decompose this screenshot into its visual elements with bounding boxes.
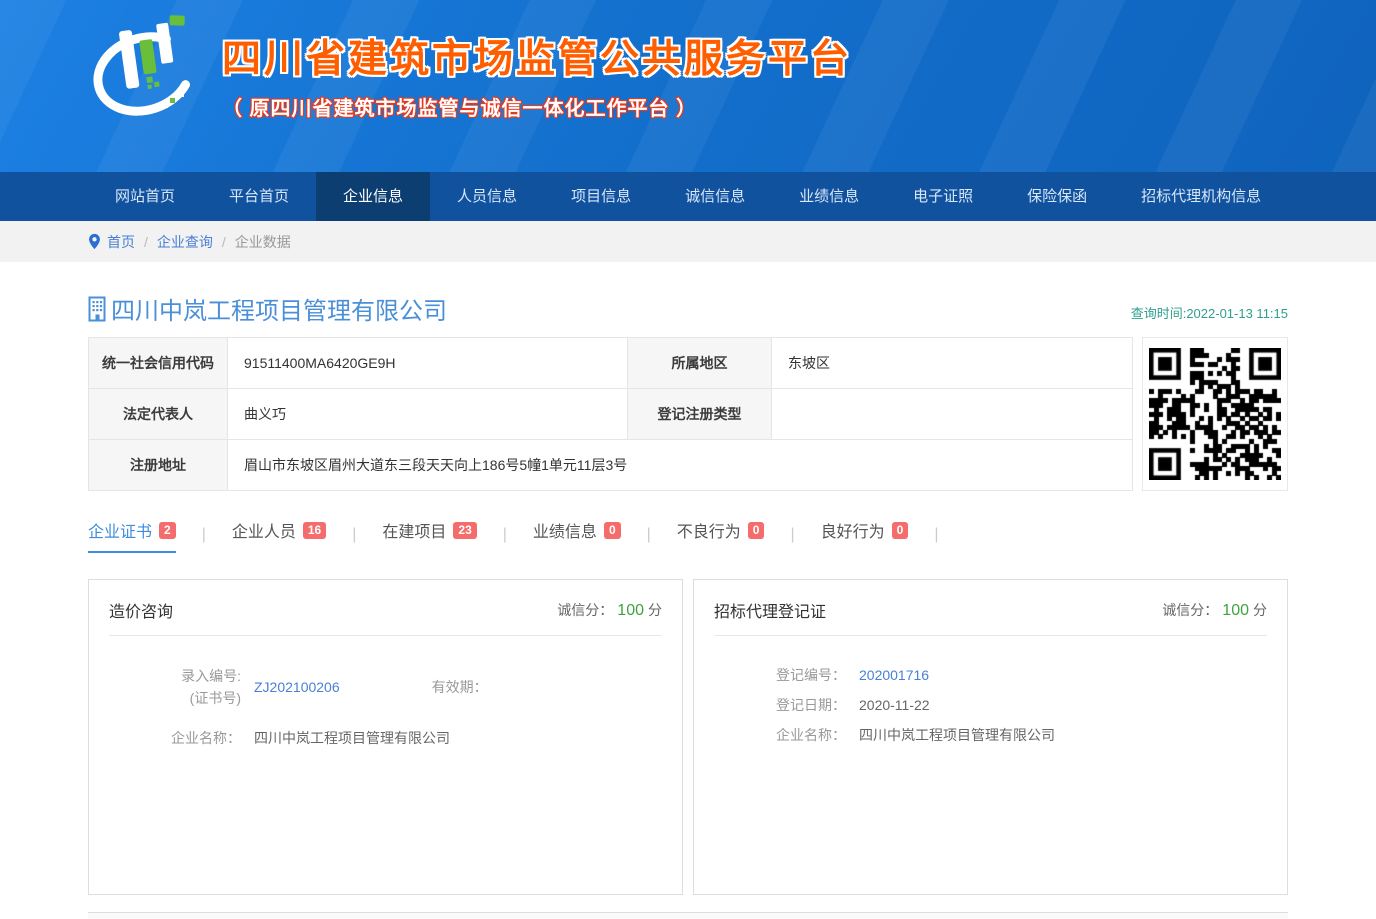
tab-good-behavior[interactable]: 良好行为 0 [821, 518, 909, 553]
query-time: 查询时间:2022-01-13 11:15 [1131, 303, 1288, 326]
nav-item-insurance-guarantee[interactable]: 保险保函 [1000, 172, 1114, 221]
qr-code-box [1142, 337, 1288, 491]
registration-number-link[interactable]: 202001716 [859, 666, 929, 685]
nav-item-platform-home[interactable]: 平台首页 [202, 172, 316, 221]
cert-number-link[interactable]: ZJ202100206 [254, 678, 340, 697]
nav-item-project-info[interactable]: 项目信息 [544, 172, 658, 221]
tab-performance-info[interactable]: 业绩信息 0 [533, 518, 621, 553]
table-row: 注册地址 眉山市东坡区眉州大道东三段天天向上186号5幢1单元11层3号 [89, 440, 1133, 491]
field-label-legal-rep: 法定代表人 [89, 389, 228, 440]
cost-consulting-card: 造价咨询 诚信分：100分 录入编号: (证书号) ZJ202100206 有效… [88, 579, 683, 895]
score-value: 100 [617, 602, 644, 619]
nav-item-e-certificate[interactable]: 电子证照 [886, 172, 1000, 221]
score-unit: 分 [648, 602, 662, 618]
nav-item-performance-info[interactable]: 业绩信息 [772, 172, 886, 221]
logo-icon [88, 12, 206, 124]
tab-separator: | [352, 526, 356, 553]
nav-item-credit-info[interactable]: 诚信信息 [658, 172, 772, 221]
field-value-registered-address: 眉山市东坡区眉州大道东三段天天向上186号5幢1单元11层3号 [228, 440, 1133, 491]
tab-separator: | [202, 526, 206, 553]
tab-enterprise-cert[interactable]: 企业证书 2 [88, 518, 176, 553]
location-pin-icon [88, 233, 101, 250]
card-title: 招标代理登记证 [714, 598, 826, 622]
field-value-region: 东坡区 [772, 338, 1133, 389]
tab-projects-under-construction[interactable]: 在建项目 23 [382, 518, 476, 553]
tab-label: 在建项目 [382, 518, 446, 542]
company-info-table: 统一社会信用代码 91511400MA6420GE9H 所属地区 东坡区 法定代… [88, 337, 1133, 491]
count-badge: 2 [159, 522, 176, 539]
validity-label: 有效期： [432, 678, 488, 697]
registration-date-label: 登记日期： [734, 696, 846, 715]
tab-separator: | [647, 526, 651, 553]
breadcrumb: 首页 / 企业查询 / 企业数据 [88, 221, 1288, 262]
score-unit: 分 [1253, 602, 1267, 618]
tab-label: 良好行为 [821, 518, 885, 542]
company-name-value: 四川中岚工程项目管理有限公司 [859, 726, 1055, 745]
main-content: 四川中岚工程项目管理有限公司 查询时间:2022-01-13 11:15 统一社… [88, 291, 1288, 919]
tab-enterprise-personnel[interactable]: 企业人员 16 [232, 518, 326, 553]
detail-tabs: 企业证书 2 | 企业人员 16 | 在建项目 23 | 业绩信息 0 | 不良… [88, 518, 1288, 553]
company-name-label: 企业名称： [734, 726, 846, 745]
site-logo[interactable] [88, 12, 206, 129]
bidding-agency-cert-card: 招标代理登记证 诚信分：100分 登记编号： 202001716 登记日期： 2… [693, 579, 1288, 895]
score-label: 诚信分： [557, 602, 613, 618]
tab-separator: | [790, 526, 794, 553]
count-badge: 0 [748, 522, 765, 539]
nav-item-bidding-agency-info[interactable]: 招标代理机构信息 [1114, 172, 1288, 221]
field-value-registration-type [772, 389, 1133, 440]
tab-label: 不良行为 [677, 518, 741, 542]
company-name-label: 企业名称： [129, 729, 241, 748]
breadcrumb-bar: 首页 / 企业查询 / 企业数据 [0, 221, 1376, 262]
company-name-text: 四川中岚工程项目管理有限公司 [111, 291, 447, 326]
site-title: 四川省建筑市场监管公共服务平台 [222, 28, 852, 84]
registration-number-label: 登记编号： [734, 666, 846, 685]
nav-item-site-home[interactable]: 网站首页 [88, 172, 202, 221]
nav-item-personnel-info[interactable]: 人员信息 [430, 172, 544, 221]
breadcrumb-separator: / [144, 234, 148, 250]
field-value-credit-code: 91511400MA6420GE9H [228, 338, 628, 389]
credit-score: 诚信分：100分 [557, 600, 662, 620]
company-name-value: 四川中岚工程项目管理有限公司 [254, 729, 450, 748]
breadcrumb-enterprise-data: 企业数据 [235, 232, 291, 252]
count-badge: 16 [303, 522, 326, 539]
tab-label: 企业证书 [88, 518, 152, 542]
card-title: 造价咨询 [109, 598, 173, 622]
table-row: 统一社会信用代码 91511400MA6420GE9H 所属地区 东坡区 [89, 338, 1133, 389]
footer-divider [88, 912, 1288, 919]
count-badge: 23 [453, 522, 476, 539]
cert-number-label: 录入编号: (证书号) [129, 666, 241, 709]
table-row: 法定代表人 曲义巧 登记注册类型 [89, 389, 1133, 440]
tab-separator: | [934, 526, 938, 553]
count-badge: 0 [892, 522, 909, 539]
site-header: 四川省建筑市场监管公共服务平台 （ 原四川省建筑市场监管与诚信一体化工作平台 ） [0, 0, 1376, 172]
company-title: 四川中岚工程项目管理有限公司 [88, 291, 447, 326]
tab-separator: | [503, 526, 507, 553]
building-icon [88, 296, 108, 322]
field-label-registered-address: 注册地址 [89, 440, 228, 491]
site-subtitle: （ 原四川省建筑市场监管与诚信一体化工作平台 ） [222, 92, 852, 121]
field-label-region: 所属地区 [628, 338, 772, 389]
breadcrumb-home[interactable]: 首页 [107, 232, 135, 252]
tab-bad-behavior[interactable]: 不良行为 0 [677, 518, 765, 553]
field-label-registration-type: 登记注册类型 [628, 389, 772, 440]
tab-label: 企业人员 [232, 518, 296, 542]
score-value: 100 [1222, 602, 1249, 619]
score-label: 诚信分： [1162, 602, 1218, 618]
field-value-legal-rep: 曲义巧 [228, 389, 628, 440]
credit-score: 诚信分：100分 [1162, 600, 1267, 620]
main-nav: 网站首页 平台首页 企业信息 人员信息 项目信息 诚信信息 业绩信息 电子证照 … [0, 172, 1376, 221]
breadcrumb-separator: / [222, 234, 226, 250]
count-badge: 0 [604, 522, 621, 539]
field-label-credit-code: 统一社会信用代码 [89, 338, 228, 389]
qr-code [1149, 348, 1281, 480]
breadcrumb-enterprise-search[interactable]: 企业查询 [157, 232, 213, 252]
tab-label: 业绩信息 [533, 518, 597, 542]
nav-item-enterprise-info[interactable]: 企业信息 [316, 172, 430, 221]
registration-date-value: 2020-11-22 [859, 696, 930, 715]
